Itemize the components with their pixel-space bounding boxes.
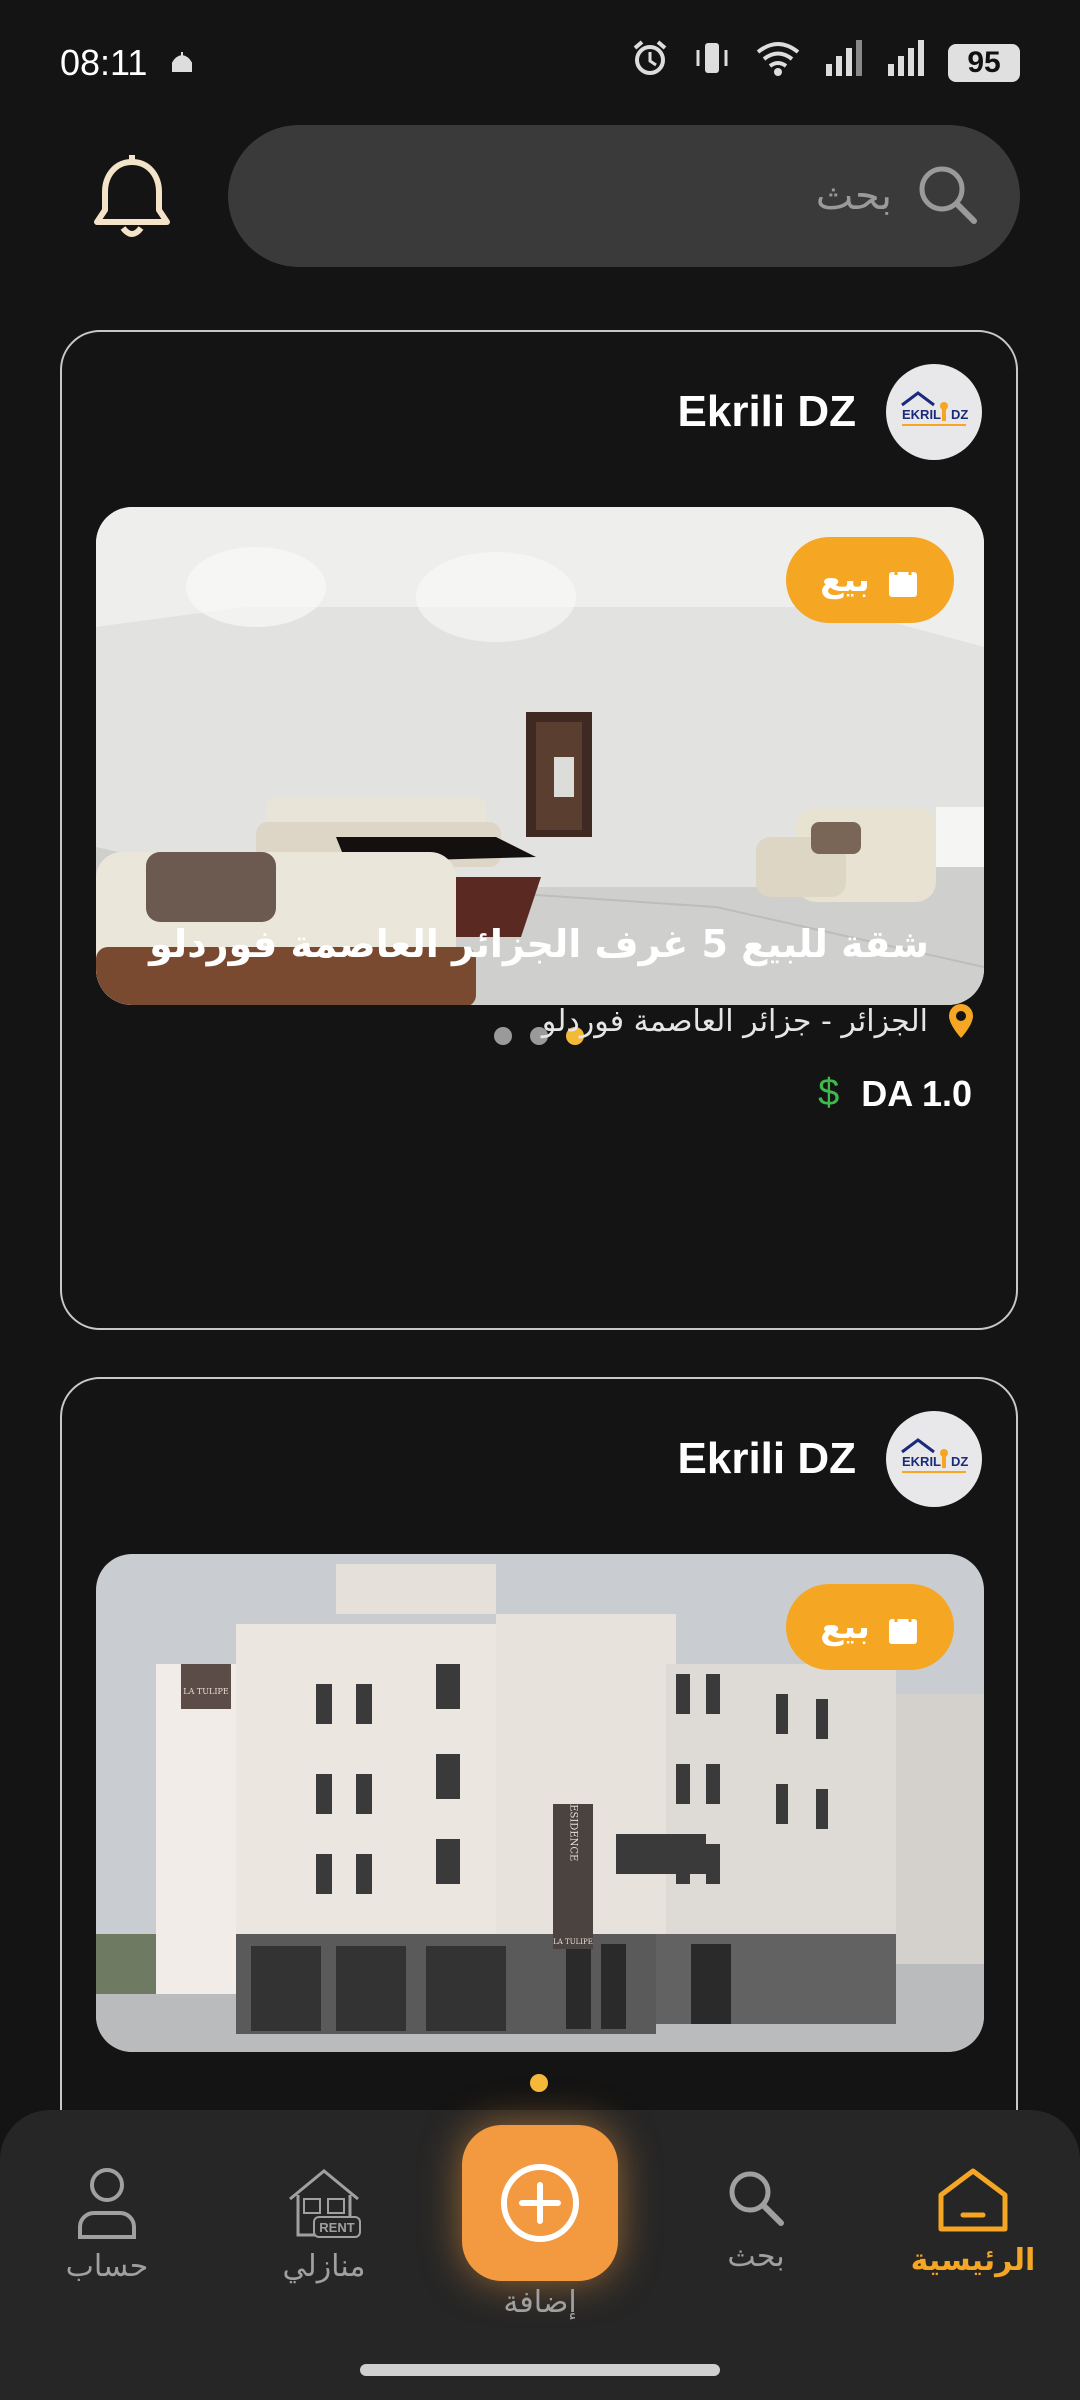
- listing-publisher[interactable]: Ekrili DZ EKRIL DZ: [677, 364, 982, 460]
- svg-text:DZ: DZ: [951, 407, 968, 422]
- listing-card[interactable]: Ekrili DZ EKRIL DZ: [60, 330, 1018, 1330]
- shopping-bag-icon: [888, 1608, 917, 1644]
- listing-type-badge: بيع: [786, 537, 954, 623]
- listing-photo[interactable]: RESIDENCE LA TULIPE LA TULIPE بيع: [96, 1554, 984, 2052]
- nav-home[interactable]: الرئيسية: [893, 2165, 1053, 2278]
- nav-search-label: بحث: [727, 2239, 785, 2274]
- location-pin-icon: [949, 1004, 973, 1038]
- location-text: الجزائر - جزائر العاصمة فوردلو: [541, 1003, 928, 1039]
- nav-home-label: الرئيسية: [910, 2243, 1036, 2278]
- listing-title: شقة للبيع 5 غرف الجزائر العاصمة فوردلو: [149, 922, 929, 966]
- svg-text:EKRIL: EKRIL: [902, 1454, 941, 1469]
- nav-my-homes-label: منازلي: [282, 2249, 366, 2284]
- shopping-bag-icon: [888, 561, 917, 597]
- listing-type-badge: بيع: [786, 1584, 954, 1670]
- nav-account-label: حساب: [65, 2249, 149, 2284]
- svg-text:RESIDENCE: RESIDENCE: [568, 1797, 579, 1862]
- nav-search[interactable]: بحث: [676, 2165, 836, 2274]
- svg-text:DZ: DZ: [951, 1454, 968, 1469]
- listing-publisher[interactable]: Ekrili DZ EKRIL DZ: [677, 1411, 982, 1507]
- svg-text:LA TULIPE: LA TULIPE: [183, 1687, 229, 1696]
- svg-text:RENT: RENT: [319, 2220, 354, 2235]
- pagination-dot-active[interactable]: [530, 2074, 548, 2092]
- mosque-notification-icon: [169, 42, 195, 84]
- publisher-logo: EKRIL DZ: [886, 1411, 982, 1507]
- signal-icon-2: [886, 38, 926, 87]
- user-icon: [78, 2168, 136, 2239]
- svg-text:EKRIL: EKRIL: [902, 407, 941, 422]
- status-bar: 08:11 95: [0, 0, 1080, 125]
- photo-pagination: [62, 2074, 1016, 2092]
- notifications-bell-icon[interactable]: [85, 150, 180, 245]
- nav-my-homes[interactable]: RENT منازلي: [244, 2165, 404, 2284]
- search-bar[interactable]: [228, 125, 1020, 267]
- add-listing-label: إضافة: [503, 2285, 577, 2320]
- search-icon: [914, 161, 980, 231]
- battery-indicator: 95: [948, 43, 1020, 82]
- home-indicator[interactable]: [360, 2364, 720, 2376]
- wifi-icon: [754, 38, 802, 87]
- listing-type-label: بيع: [820, 560, 870, 600]
- vibrate-icon: [692, 38, 732, 87]
- top-bar: [0, 125, 1080, 270]
- plus-circle-icon: [501, 2164, 579, 2242]
- signal-icon-1: [824, 38, 864, 87]
- status-time: 08:11: [60, 41, 148, 83]
- alarm-icon: [630, 38, 670, 87]
- add-listing-button[interactable]: [462, 2125, 618, 2281]
- publisher-logo: EKRIL DZ: [886, 364, 982, 460]
- listing-card[interactable]: Ekrili DZ EKRIL DZ: [60, 1377, 1018, 2157]
- search-input[interactable]: [268, 172, 894, 220]
- nav-account[interactable]: حساب: [27, 2165, 187, 2284]
- rent-house-icon: RENT: [289, 2169, 361, 2238]
- svg-text:LA TULIPE: LA TULIPE: [553, 1938, 593, 1946]
- search-icon: [729, 2171, 784, 2226]
- publisher-name: Ekrili DZ: [677, 1434, 857, 1483]
- price-dollar-icon: $: [818, 1072, 840, 1114]
- listing-price: $ DA 1.0: [818, 1072, 972, 1115]
- publisher-name: Ekrili DZ: [677, 387, 857, 436]
- home-icon: [938, 2168, 1008, 2232]
- bottom-navigation: حساب RENT منازلي إضافة بحث الرئيسية: [0, 2110, 1080, 2400]
- listing-type-label: بيع: [820, 1607, 870, 1647]
- pagination-dot[interactable]: [494, 1027, 512, 1045]
- price-value: DA 1.0: [861, 1072, 972, 1114]
- listing-location: الجزائر - جزائر العاصمة فوردلو: [542, 1002, 976, 1040]
